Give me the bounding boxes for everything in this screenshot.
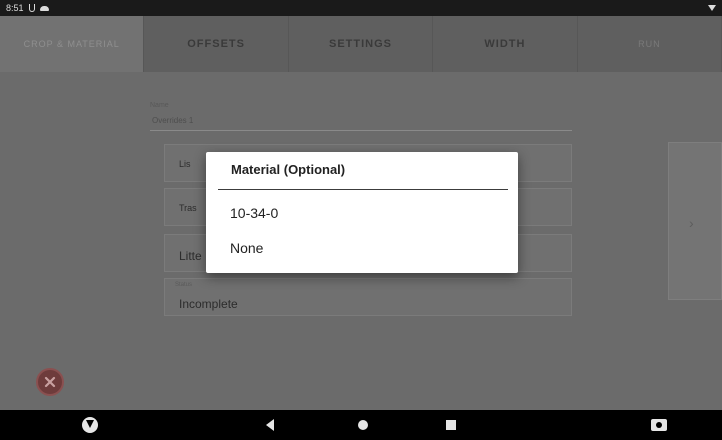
tab-bar: CROP & MATERIAL OFFSETS SETTINGS WIDTH R… <box>0 16 722 72</box>
back-icon <box>266 419 274 431</box>
tab-crop-material[interactable]: CROP & MATERIAL <box>0 16 145 72</box>
camera-icon <box>651 419 667 431</box>
name-field[interactable]: Overrides 1 <box>150 112 572 131</box>
tab-run[interactable]: RUN <box>578 16 722 72</box>
wifi-icon <box>708 5 716 11</box>
status-bar: 8:51 <box>0 0 722 16</box>
material-dialog: Material (Optional) 10-34-0 None <box>206 152 518 273</box>
tab-settings[interactable]: SETTINGS <box>289 16 434 72</box>
dialog-title: Material (Optional) <box>231 162 346 177</box>
back-button[interactable] <box>266 416 274 434</box>
status-card-label: Status <box>175 282 193 288</box>
brand-logo-button[interactable] <box>82 416 98 434</box>
recents-icon <box>446 420 456 430</box>
tab-width[interactable]: WIDTH <box>433 16 578 72</box>
status-time: 8:51 <box>6 3 24 13</box>
recents-button[interactable] <box>446 416 456 434</box>
brand-logo-icon <box>82 417 98 433</box>
screenshot-button[interactable] <box>651 416 667 434</box>
name-field-label: Name <box>150 102 169 109</box>
chevron-right-icon: › <box>689 215 694 231</box>
navigation-bar <box>0 410 722 440</box>
unit-card-value: Litte <box>179 249 202 263</box>
close-button[interactable] <box>36 368 64 396</box>
status-card-value: Incomplete <box>179 297 238 311</box>
usb-icon <box>28 4 35 12</box>
material-card-value: Tras <box>179 203 197 213</box>
option-none[interactable]: None <box>206 231 518 265</box>
tab-offsets[interactable]: OFFSETS <box>144 16 289 72</box>
dialog-divider <box>218 189 508 190</box>
cloud-icon <box>39 5 49 11</box>
home-button[interactable] <box>358 416 368 434</box>
home-icon <box>358 420 368 430</box>
close-icon <box>44 376 56 388</box>
status-card[interactable]: Status Incomplete <box>164 278 572 316</box>
side-panel[interactable]: › <box>668 142 722 300</box>
background-form: Name Overrides 1 <box>150 102 572 131</box>
crop-card-value: Lis <box>179 159 191 169</box>
option-10-34-0[interactable]: 10-34-0 <box>206 196 518 230</box>
